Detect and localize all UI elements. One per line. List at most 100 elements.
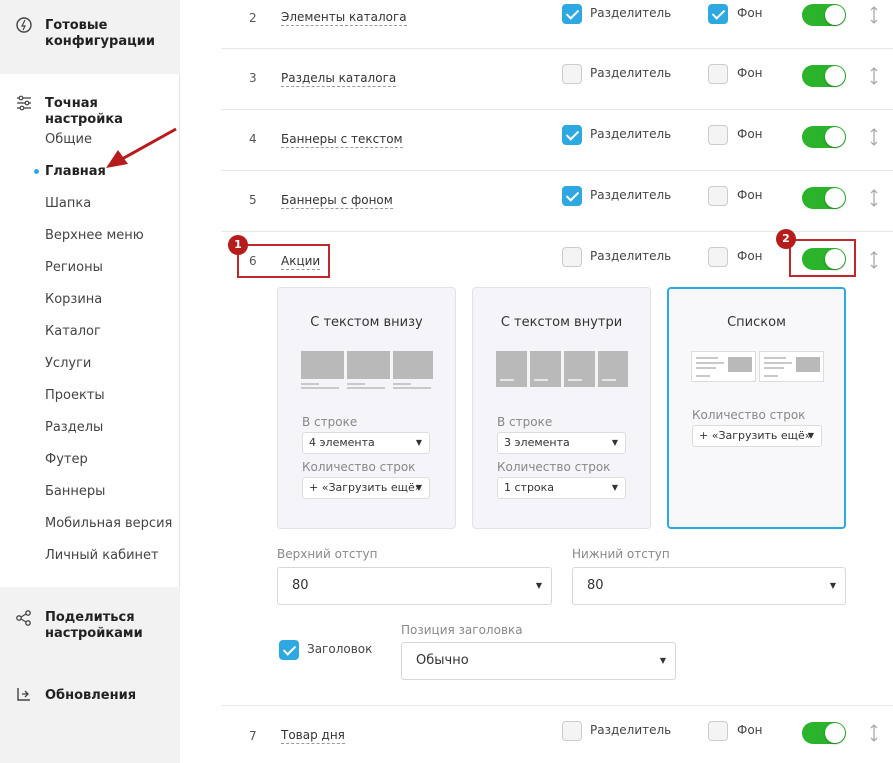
drag-handle-icon[interactable] (869, 188, 879, 208)
background-checkbox[interactable] (708, 186, 728, 206)
ready-configs-label: Готовые конфигурации (45, 18, 155, 49)
background-checkbox[interactable] (708, 64, 728, 84)
rows-count-value: + «Загрузить ещё» (309, 481, 422, 494)
active-dot (34, 169, 39, 174)
updates-button[interactable]: Обновления (45, 688, 136, 704)
preview-line (696, 375, 710, 377)
divider-checkbox[interactable] (562, 64, 582, 84)
background-checkbox[interactable] (708, 721, 728, 741)
bottom-padding-label: Нижний отступ (572, 547, 670, 561)
preview-line (500, 379, 514, 381)
preview-line (534, 379, 548, 381)
drag-handle-icon[interactable] (869, 66, 879, 86)
card-title: Списком (727, 315, 786, 330)
preview-block (301, 351, 344, 379)
divider-checkbox[interactable] (562, 721, 582, 741)
preview-line (764, 357, 786, 359)
annotation-badge-2: 2 (776, 229, 796, 249)
preview-line (393, 383, 411, 385)
enable-toggle[interactable] (802, 248, 846, 270)
sidebar-item-regions[interactable]: Регионы (45, 260, 103, 275)
preview-line (347, 383, 365, 385)
heading-checkbox[interactable] (279, 640, 299, 660)
in-row-select[interactable]: 4 элемента ▼ (302, 432, 430, 454)
row-divider (221, 170, 893, 171)
row-divider (221, 48, 893, 49)
preview-line (696, 357, 718, 359)
chevron-down-icon: ▼ (611, 483, 618, 492)
sidebar-item-cart[interactable]: Корзина (45, 292, 102, 307)
sidebar-item-mobile[interactable]: Мобильная версия (45, 516, 172, 531)
preview-line (568, 379, 582, 381)
background-checkbox[interactable] (708, 125, 728, 145)
sidebar-item-sections[interactable]: Разделы (45, 420, 103, 435)
layout-card-list[interactable]: Списком Количество строк + «Загрузить ещ… (667, 287, 846, 529)
bottom-padding-select[interactable]: 80 ▼ (572, 567, 846, 605)
row-name[interactable]: Акции (281, 254, 321, 270)
drag-handle-icon[interactable] (869, 723, 879, 743)
sidebar: Готовые конфигурации Точная настройка Об… (0, 0, 180, 763)
background-checkbox[interactable] (708, 247, 728, 267)
preview-line (696, 362, 724, 364)
top-padding-value: 80 (292, 578, 309, 593)
divider-label: Разделитель (590, 66, 672, 80)
rows-count-select[interactable]: + «Загрузить ещё» ▼ (302, 477, 430, 499)
divider-label: Разделитель (590, 723, 672, 737)
preview-block (393, 351, 433, 379)
drag-handle-icon[interactable] (869, 127, 879, 147)
background-label: Фон (737, 723, 763, 737)
rows-count-select[interactable]: 1 строка ▼ (497, 477, 626, 499)
sidebar-item-main[interactable]: Главная (45, 164, 106, 179)
layout-card-text-below[interactable]: С текстом внизу В строке 4 элемента ▼ Кол… (277, 287, 456, 529)
row-number: 2 (249, 11, 257, 25)
card-title: С текстом внутри (500, 315, 623, 330)
preview-line (301, 387, 339, 389)
background-checkbox[interactable] (708, 4, 728, 24)
update-icon (17, 688, 30, 701)
row-name[interactable]: Разделы каталога (281, 71, 397, 87)
layout-card-text-inside[interactable]: С текстом внутри В строке 3 элемента ▼ Ко… (472, 287, 651, 529)
divider-checkbox[interactable] (562, 186, 582, 206)
enable-toggle[interactable] (802, 4, 846, 26)
enable-toggle[interactable] (802, 722, 846, 744)
drag-handle-icon[interactable] (869, 5, 879, 25)
share-icon (16, 610, 31, 626)
rows-count-value: + «Загрузить ещё» (699, 429, 812, 442)
row-number: 6 (249, 254, 257, 268)
divider-checkbox[interactable] (562, 125, 582, 145)
divider-label: Разделитель (590, 6, 672, 20)
divider-checkbox[interactable] (562, 4, 582, 24)
enable-toggle[interactable] (802, 187, 846, 209)
sidebar-item-top-menu[interactable]: Верхнее меню (45, 228, 144, 243)
rows-count-select[interactable]: + «Загрузить ещё» ▼ (692, 425, 822, 447)
enable-toggle[interactable] (802, 65, 846, 87)
background-label: Фон (737, 6, 763, 20)
bottom-padding-value: 80 (587, 578, 604, 593)
in-row-select[interactable]: 3 элемента ▼ (497, 432, 626, 454)
top-padding-select[interactable]: 80 ▼ (277, 567, 552, 605)
chevron-down-icon: ▼ (415, 483, 422, 492)
divider-label: Разделитель (590, 188, 672, 202)
sidebar-item-footer[interactable]: Футер (45, 452, 88, 467)
row-name[interactable]: Товар дня (281, 728, 345, 744)
ready-configs-block[interactable]: Готовые конфигурации (0, 0, 180, 74)
divider-label: Разделитель (590, 127, 672, 141)
row-name[interactable]: Баннеры с фоном (281, 193, 393, 209)
sidebar-item-header[interactable]: Шапка (45, 196, 91, 211)
heading-position-select[interactable]: Обычно ▼ (401, 642, 676, 680)
drag-handle-icon[interactable] (869, 250, 879, 270)
divider-checkbox[interactable] (562, 247, 582, 267)
row-number: 3 (249, 71, 257, 85)
share-settings-button[interactable]: Поделиться настройками (45, 610, 165, 642)
sidebar-item-projects[interactable]: Проекты (45, 388, 105, 403)
sidebar-item-general[interactable]: Общие (45, 132, 92, 147)
preview-block (796, 357, 820, 372)
enable-toggle[interactable] (802, 126, 846, 148)
sidebar-item-services[interactable]: Услуги (45, 356, 91, 371)
sidebar-item-banners[interactable]: Баннеры (45, 484, 105, 499)
sidebar-item-catalog[interactable]: Каталог (45, 324, 101, 339)
sidebar-item-account[interactable]: Личный кабинет (45, 548, 159, 563)
fine-tuning-label[interactable]: Точная настройка (45, 96, 179, 128)
row-name[interactable]: Баннеры с текстом (281, 132, 403, 148)
row-name[interactable]: Элементы каталога (281, 10, 407, 26)
